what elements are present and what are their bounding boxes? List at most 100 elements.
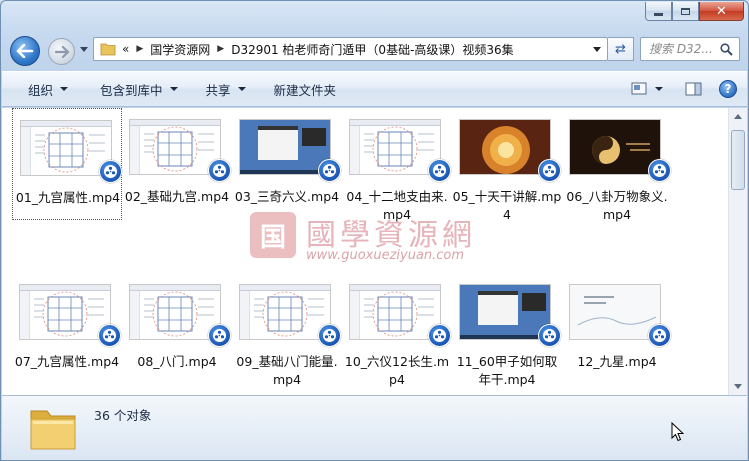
file-name: 10_六仪12长生.mp4 [344, 354, 450, 387]
video-thumbnail [349, 284, 441, 340]
recent-pages-dropdown[interactable] [80, 47, 88, 52]
scrollbar-thumb[interactable] [731, 130, 745, 190]
video-thumbnail [459, 119, 551, 175]
maximize-button[interactable] [672, 2, 699, 21]
file-name: 01_九宫属性.mp4 [15, 190, 121, 205]
video-thumbnail [129, 119, 221, 175]
address-dropdown[interactable] [593, 47, 601, 52]
media-player-icon [318, 159, 341, 182]
media-player-icon [428, 159, 451, 182]
file-item[interactable]: 04_十二地支由来.mp4 [342, 108, 452, 222]
file-item[interactable]: 10_六仪12长生.mp4 [342, 273, 452, 387]
video-thumbnail [129, 284, 221, 340]
share-label: 共享 [205, 82, 231, 98]
file-name: 05_十天干讲解.mp4 [452, 189, 562, 222]
breadcrumb-chevron-icon[interactable]: ▶ [217, 44, 224, 54]
chevron-down-icon[interactable] [655, 87, 663, 91]
help-button[interactable]: ? [719, 77, 737, 101]
close-button[interactable]: ✕ [699, 2, 744, 21]
refresh-icon: ⇄ [615, 41, 626, 57]
file-item[interactable]: 11_60甲子如何取年干.mp4 [452, 273, 562, 387]
video-thumbnail [459, 284, 551, 340]
arrow-up-icon [734, 114, 742, 119]
mouse-cursor-icon [671, 422, 684, 442]
video-thumbnail [239, 119, 331, 175]
scroll-down-button[interactable] [729, 378, 747, 395]
details-pane: 36 个对象 [2, 395, 747, 460]
file-name: 04_十二地支由来.mp4 [346, 189, 448, 222]
media-player-icon [99, 160, 122, 183]
item-count: 36 个对象 [94, 408, 152, 423]
minimize-button[interactable] [645, 2, 672, 21]
file-grid: 01_九宫属性.mp4 02_基础九宫.mp4 03_三奇六义.mp4 04_十二地支… [2, 108, 727, 395]
file-name: 08_八门.mp4 [137, 354, 217, 369]
search-icon[interactable] [720, 43, 733, 56]
file-item[interactable]: 08_八门.mp4 [122, 273, 232, 385]
explorer-window: ✕ « ▶ 国学资源网 ▶ D32901 柏老师奇门遁甲（0基础-高级课）视频3… [0, 0, 749, 461]
file-name: 07_九宫属性.mp4 [14, 354, 120, 369]
media-player-icon [428, 324, 451, 347]
breadcrumb-item-current[interactable]: D32901 柏老师奇门遁甲（0基础-高级课）视频36集 [231, 41, 513, 58]
vertical-scrollbar[interactable] [728, 108, 747, 395]
file-item[interactable]: 12_九星.mp4 [562, 273, 672, 385]
file-item[interactable]: 03_三奇六义.mp4 [232, 108, 342, 220]
back-button[interactable] [10, 36, 40, 66]
file-item[interactable]: 01_九宫属性.mp4 [12, 108, 122, 220]
caption-buttons: ✕ [645, 2, 744, 21]
file-name: 12_九星.mp4 [577, 354, 657, 369]
media-player-icon [208, 159, 231, 182]
organize-menu[interactable]: 组织 [2, 76, 80, 102]
arrow-down-icon [734, 384, 742, 389]
file-item[interactable]: 05_十天干讲解.mp4 [452, 108, 562, 222]
help-icon: ? [719, 80, 737, 98]
folder-icon [30, 410, 76, 450]
command-bar: 组织 包含到库中 共享 新建文件夹 ? [2, 71, 747, 107]
view-icon [631, 82, 647, 95]
video-thumbnail [569, 119, 661, 175]
media-player-icon [98, 324, 121, 347]
media-player-icon [648, 324, 671, 347]
new-folder-label: 新建文件夹 [273, 82, 337, 98]
new-folder-button[interactable]: 新建文件夹 [258, 76, 349, 102]
forward-button[interactable] [48, 38, 75, 65]
change-view-button[interactable] [631, 77, 663, 101]
minimize-icon [654, 12, 663, 16]
file-name: 11_60甲子如何取年干.mp4 [456, 354, 558, 387]
file-item[interactable]: 09_基础八门能量.mp4 [232, 273, 342, 387]
scroll-up-button[interactable] [729, 108, 747, 125]
file-name: 03_三奇六义.mp4 [234, 189, 340, 204]
video-thumbnail [239, 284, 331, 340]
file-item[interactable]: 06_八卦万物象义.mp4 [562, 108, 672, 222]
close-icon: ✕ [716, 3, 727, 19]
include-library-label: 包含到库中 [100, 82, 163, 98]
file-name: 06_八卦万物象义.mp4 [566, 189, 668, 222]
preview-pane-button[interactable] [685, 77, 703, 101]
address-bar[interactable]: « ▶ 国学资源网 ▶ D32901 柏老师奇门遁甲（0基础-高级课）视频36集 [93, 37, 608, 61]
folder-icon [100, 43, 116, 56]
chevron-down-icon [237, 87, 246, 91]
media-player-icon [208, 324, 231, 347]
breadcrumb-overflow[interactable]: « [122, 42, 129, 56]
breadcrumb-item-root[interactable]: 国学资源网 [150, 41, 210, 58]
chevron-down-icon [169, 87, 178, 91]
file-name: 02_基础九宫.mp4 [124, 189, 230, 204]
media-player-icon [538, 159, 561, 182]
media-player-icon [538, 324, 561, 347]
search-box[interactable] [640, 37, 740, 61]
breadcrumb-chevron-icon[interactable]: ▶ [136, 44, 143, 54]
file-list-area: 01_九宫属性.mp4 02_基础九宫.mp4 03_三奇六义.mp4 04_十二地支… [2, 108, 747, 395]
back-arrow-icon [16, 44, 34, 58]
media-player-icon [318, 324, 341, 347]
refresh-button[interactable]: ⇄ [608, 37, 634, 61]
media-player-icon [648, 159, 671, 182]
share-menu[interactable]: 共享 [190, 76, 258, 102]
include-library-menu[interactable]: 包含到库中 [80, 76, 190, 102]
video-thumbnail [349, 119, 441, 175]
file-item[interactable]: 07_九宫属性.mp4 [12, 273, 122, 385]
search-input[interactable] [649, 42, 719, 56]
file-name: 09_基础八门能量.mp4 [236, 354, 338, 387]
video-thumbnail [569, 284, 661, 340]
organize-label: 组织 [28, 82, 54, 98]
video-thumbnail [20, 120, 112, 176]
file-item[interactable]: 02_基础九宫.mp4 [122, 108, 232, 220]
